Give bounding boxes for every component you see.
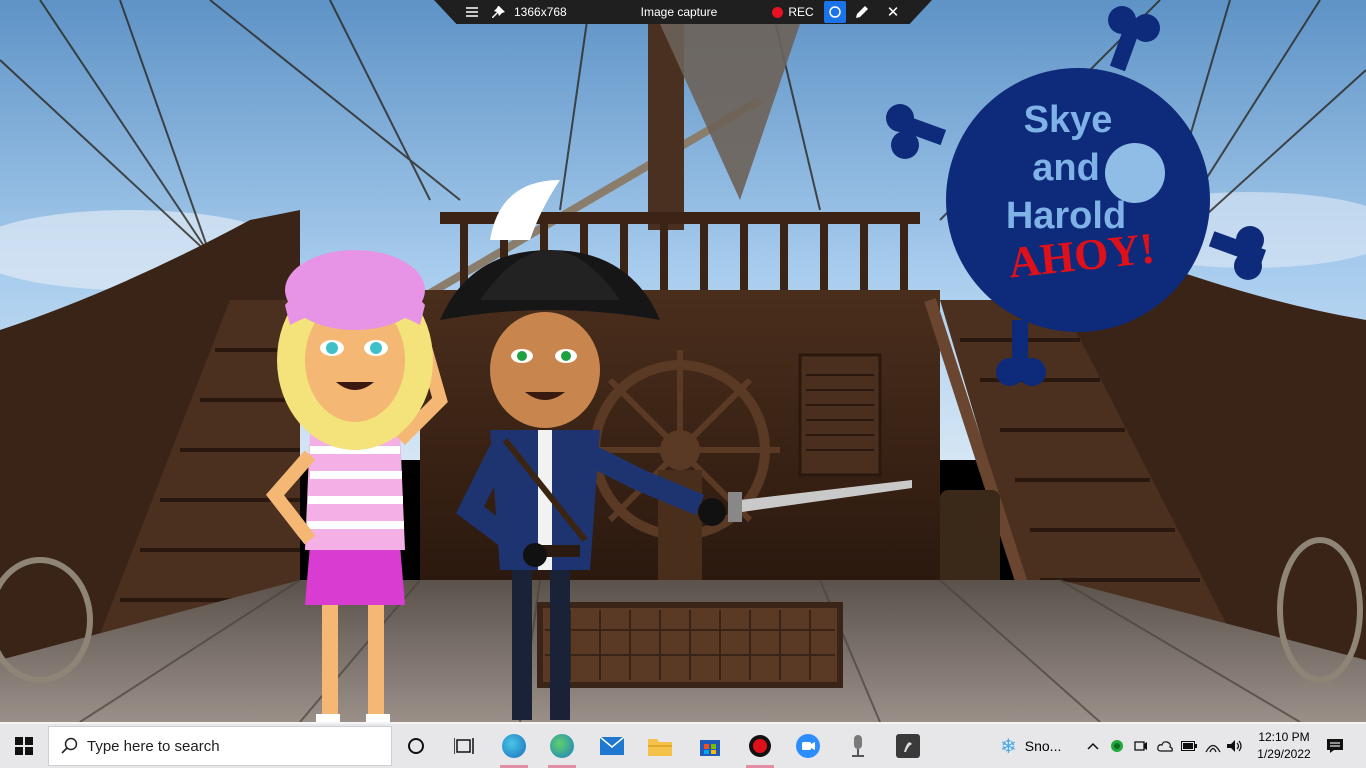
battery-icon bbox=[1181, 741, 1197, 751]
show-hidden-icons-button[interactable] bbox=[1082, 724, 1104, 768]
webcam-icon bbox=[1134, 741, 1147, 751]
store-icon bbox=[700, 740, 720, 756]
windows-icon bbox=[15, 737, 33, 755]
clock-date: 1/29/2022 bbox=[1257, 747, 1311, 761]
cortana-button[interactable] bbox=[392, 724, 440, 768]
microphone-app-icon bbox=[852, 735, 864, 757]
taskbar: Type here to search ❄ Sno... 12:10 PM 1/… bbox=[0, 722, 1366, 768]
chevron-up-icon bbox=[1087, 742, 1099, 750]
volume-button[interactable] bbox=[1224, 724, 1246, 768]
record-button[interactable]: REC bbox=[768, 0, 818, 24]
file-explorer-icon bbox=[648, 739, 672, 756]
edge-button[interactable] bbox=[538, 724, 586, 768]
zoom-icon bbox=[796, 734, 820, 758]
cloud-icon bbox=[1157, 741, 1173, 752]
wifi-icon bbox=[1205, 744, 1221, 753]
snowflake-icon: ❄ bbox=[1000, 735, 1017, 758]
recorder-button[interactable] bbox=[736, 724, 784, 768]
search-placeholder: Type here to search bbox=[87, 737, 220, 755]
store-button[interactable] bbox=[686, 724, 734, 768]
camera-icon[interactable] bbox=[824, 1, 846, 23]
app-button[interactable] bbox=[884, 724, 932, 768]
search-icon bbox=[61, 737, 78, 754]
capture-mode-button[interactable]: Image capture bbox=[634, 0, 724, 24]
app-icon bbox=[896, 734, 920, 758]
edge-dev-button[interactable] bbox=[490, 724, 538, 768]
microphone-app-button[interactable] bbox=[834, 724, 882, 768]
pen-icon[interactable] bbox=[852, 0, 872, 24]
barrel bbox=[940, 490, 1000, 590]
battery-button[interactable] bbox=[1178, 724, 1200, 768]
louvered-door bbox=[798, 353, 882, 477]
mail-button[interactable] bbox=[588, 724, 636, 768]
file-explorer-button[interactable] bbox=[636, 724, 684, 768]
capture-resolution: 1366x768 bbox=[514, 5, 567, 19]
notification-icon bbox=[1327, 739, 1343, 753]
weather-widget[interactable]: ❄ Sno... bbox=[1000, 724, 1080, 768]
green-status-tray-button[interactable] bbox=[1106, 724, 1128, 768]
camera-tray-button[interactable] bbox=[1130, 724, 1152, 768]
weather-label: Sno... bbox=[1024, 738, 1062, 754]
clock-button[interactable]: 12:10 PM 1/29/2022 bbox=[1246, 724, 1322, 768]
wifi-button[interactable] bbox=[1202, 724, 1224, 768]
logo-line-skye: Skye bbox=[1024, 99, 1113, 141]
logo-line-and: and bbox=[1032, 147, 1100, 189]
menu-icon[interactable] bbox=[462, 0, 482, 24]
notification-center-button[interactable] bbox=[1320, 724, 1350, 768]
capture-toolbar: 1366x768 Image capture REC ✕ bbox=[434, 0, 932, 24]
zoom-button[interactable] bbox=[784, 724, 832, 768]
search-box[interactable]: Type here to search bbox=[48, 726, 392, 766]
recorder-icon bbox=[749, 735, 771, 757]
close-icon[interactable]: ✕ bbox=[882, 0, 904, 24]
pirate-ship-scene: Skye and Harold AHOY! bbox=[0, 0, 1366, 722]
pin-icon[interactable] bbox=[488, 0, 508, 24]
start-button[interactable] bbox=[0, 724, 48, 768]
task-view-icon bbox=[454, 738, 474, 754]
record-label: REC bbox=[788, 5, 814, 19]
edge-dev-icon bbox=[502, 734, 526, 758]
mail-icon bbox=[600, 737, 624, 755]
clock-time: 12:10 PM bbox=[1258, 730, 1310, 744]
record-dot-icon bbox=[772, 6, 784, 18]
volume-icon bbox=[1227, 740, 1242, 752]
cortana-icon bbox=[408, 738, 424, 754]
task-view-button[interactable] bbox=[440, 724, 488, 768]
edge-icon bbox=[550, 734, 574, 758]
scene-canvas: Skye and Harold AHOY! bbox=[0, 0, 1366, 722]
onedrive-button[interactable] bbox=[1154, 724, 1176, 768]
green-status-icon bbox=[1111, 740, 1123, 752]
